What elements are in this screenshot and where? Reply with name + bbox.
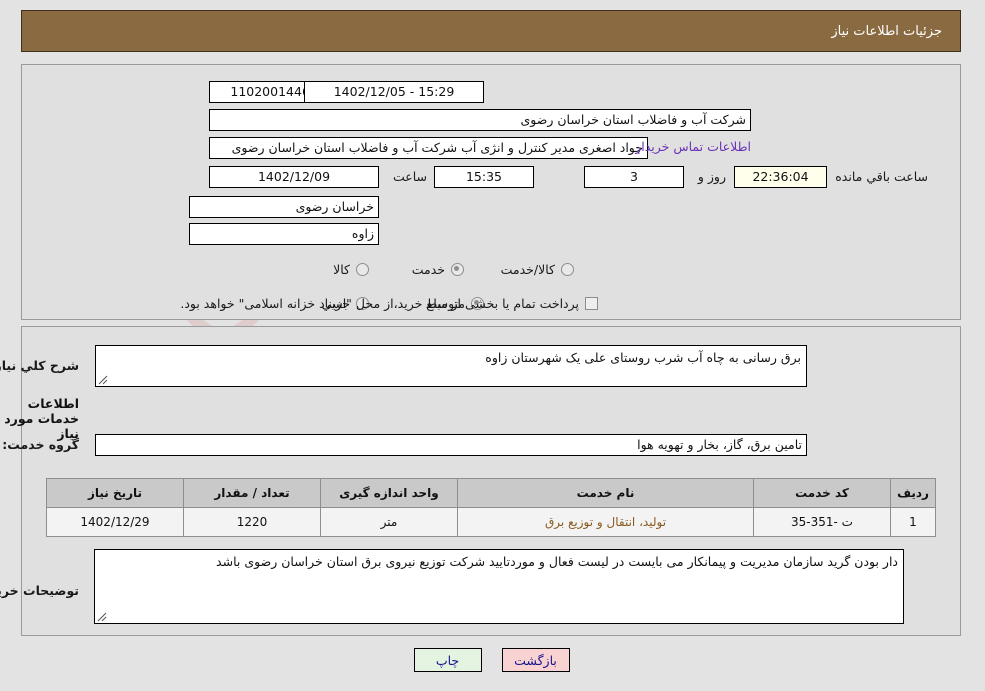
back-button[interactable]: بازگشت	[502, 648, 571, 672]
need-description-value: برق رسانی به چاه آب شرب روستای علی یک شه…	[486, 350, 802, 365]
category-option-kala[interactable]: کالا	[334, 262, 370, 277]
col-quantity: تعداد / مقدار	[184, 478, 322, 508]
cell-code: ت -351-35	[754, 507, 892, 537]
action-button-bar: بازگشت چاپ	[0, 648, 985, 672]
resize-grip-icon[interactable]	[99, 375, 109, 385]
col-need-date: تاریخ نیاز	[47, 478, 185, 508]
buyer-notes-textarea[interactable]: دار بودن گرید سازمان مدیریت و پیمانکار م…	[95, 549, 905, 624]
deadline-days-label: روز و	[698, 169, 727, 184]
services-table: ردیف کد خدمت نام خدمت واحد اندازه گیری ت…	[47, 478, 937, 537]
services-section-title: اطلاعات خدمات مورد نیاز	[5, 396, 80, 441]
table-header-row: ردیف کد خدمت نام خدمت واحد اندازه گیری ت…	[47, 478, 937, 508]
need-description-textarea[interactable]: برق رسانی به چاه آب شرب روستای علی یک شه…	[96, 345, 808, 387]
cell-need-date: 1402/12/29	[47, 507, 185, 537]
radio-khedmat-icon[interactable]	[452, 263, 465, 276]
treasury-checkbox-icon[interactable]	[586, 297, 599, 310]
cell-name: تولید، انتقال و توزیع برق	[458, 507, 755, 537]
deadline-days-field[interactable]: 3	[585, 166, 685, 188]
radio-kala-icon[interactable]	[357, 263, 370, 276]
resize-grip-icon[interactable]	[98, 612, 108, 622]
col-unit: واحد اندازه گیری	[321, 478, 459, 508]
cell-quantity: 1220	[184, 507, 322, 537]
radio-kala-khedmat-icon[interactable]	[562, 263, 575, 276]
cell-unit: متر	[321, 507, 459, 537]
treasury-note-label: پرداخت تمام یا بخشی از مبلغ خرید،از محل …	[181, 296, 580, 311]
category-option-khedmat[interactable]: خدمت	[413, 262, 465, 277]
col-index: ردیف	[891, 478, 937, 508]
deadline-countdown-field: 22:36:04	[735, 166, 828, 188]
col-code: کد خدمت	[754, 478, 892, 508]
deadline-date-field[interactable]: 1402/12/09	[210, 166, 380, 188]
deadline-countdown-label: ساعت باقي مانده	[836, 169, 929, 184]
category-option-khedmat-label: خدمت	[412, 262, 446, 277]
need-info-panel	[22, 64, 962, 320]
page-header-bar: جزئیات اطلاعات نیاز	[22, 10, 962, 52]
deadline-time-label: ساعت	[393, 169, 428, 184]
province-field[interactable]: خراسان رضوی	[190, 196, 380, 218]
category-option-kala-khedmat[interactable]: کالا/خدمت	[502, 262, 575, 277]
print-button[interactable]: چاپ	[414, 648, 483, 672]
buyer-org-field[interactable]: شرکت آب و فاضلاب استان خراسان رضوی	[210, 109, 752, 131]
creator-field[interactable]: جواد اصغری مدیر کنترل و انژی آب شرکت آب …	[210, 137, 649, 159]
service-group-field[interactable]: تامین برق، گاز، بخار و تهویه هوا	[96, 434, 808, 456]
table-row: 1 ت -351-35 تولید، انتقال و توزیع برق مت…	[47, 507, 937, 537]
category-option-kala-khedmat-label: کالا/خدمت	[501, 262, 556, 277]
buyer-contact-link[interactable]: اطلاعات تماس خریدار	[636, 139, 752, 154]
buyer-notes-label: توضیحات خریدار:	[0, 583, 80, 598]
service-group-label: گروه خدمت:	[3, 437, 80, 452]
deadline-time-field[interactable]: 15:35	[435, 166, 535, 188]
cell-index: 1	[891, 507, 937, 537]
need-description-label: شرح کلي نیاز:	[0, 358, 80, 373]
category-option-kala-label: کالا	[334, 262, 351, 277]
treasury-note-option[interactable]: پرداخت تمام یا بخشی از مبلغ خرید،از محل …	[181, 296, 599, 311]
announce-datetime-field[interactable]: 15:29 - 1402/12/05	[305, 81, 485, 103]
page-title: جزئیات اطلاعات نیاز	[832, 23, 943, 39]
buyer-notes-value: دار بودن گرید سازمان مدیریت و پیمانکار م…	[217, 554, 899, 569]
col-name: نام خدمت	[458, 478, 755, 508]
city-field[interactable]: زاوه	[190, 223, 380, 245]
